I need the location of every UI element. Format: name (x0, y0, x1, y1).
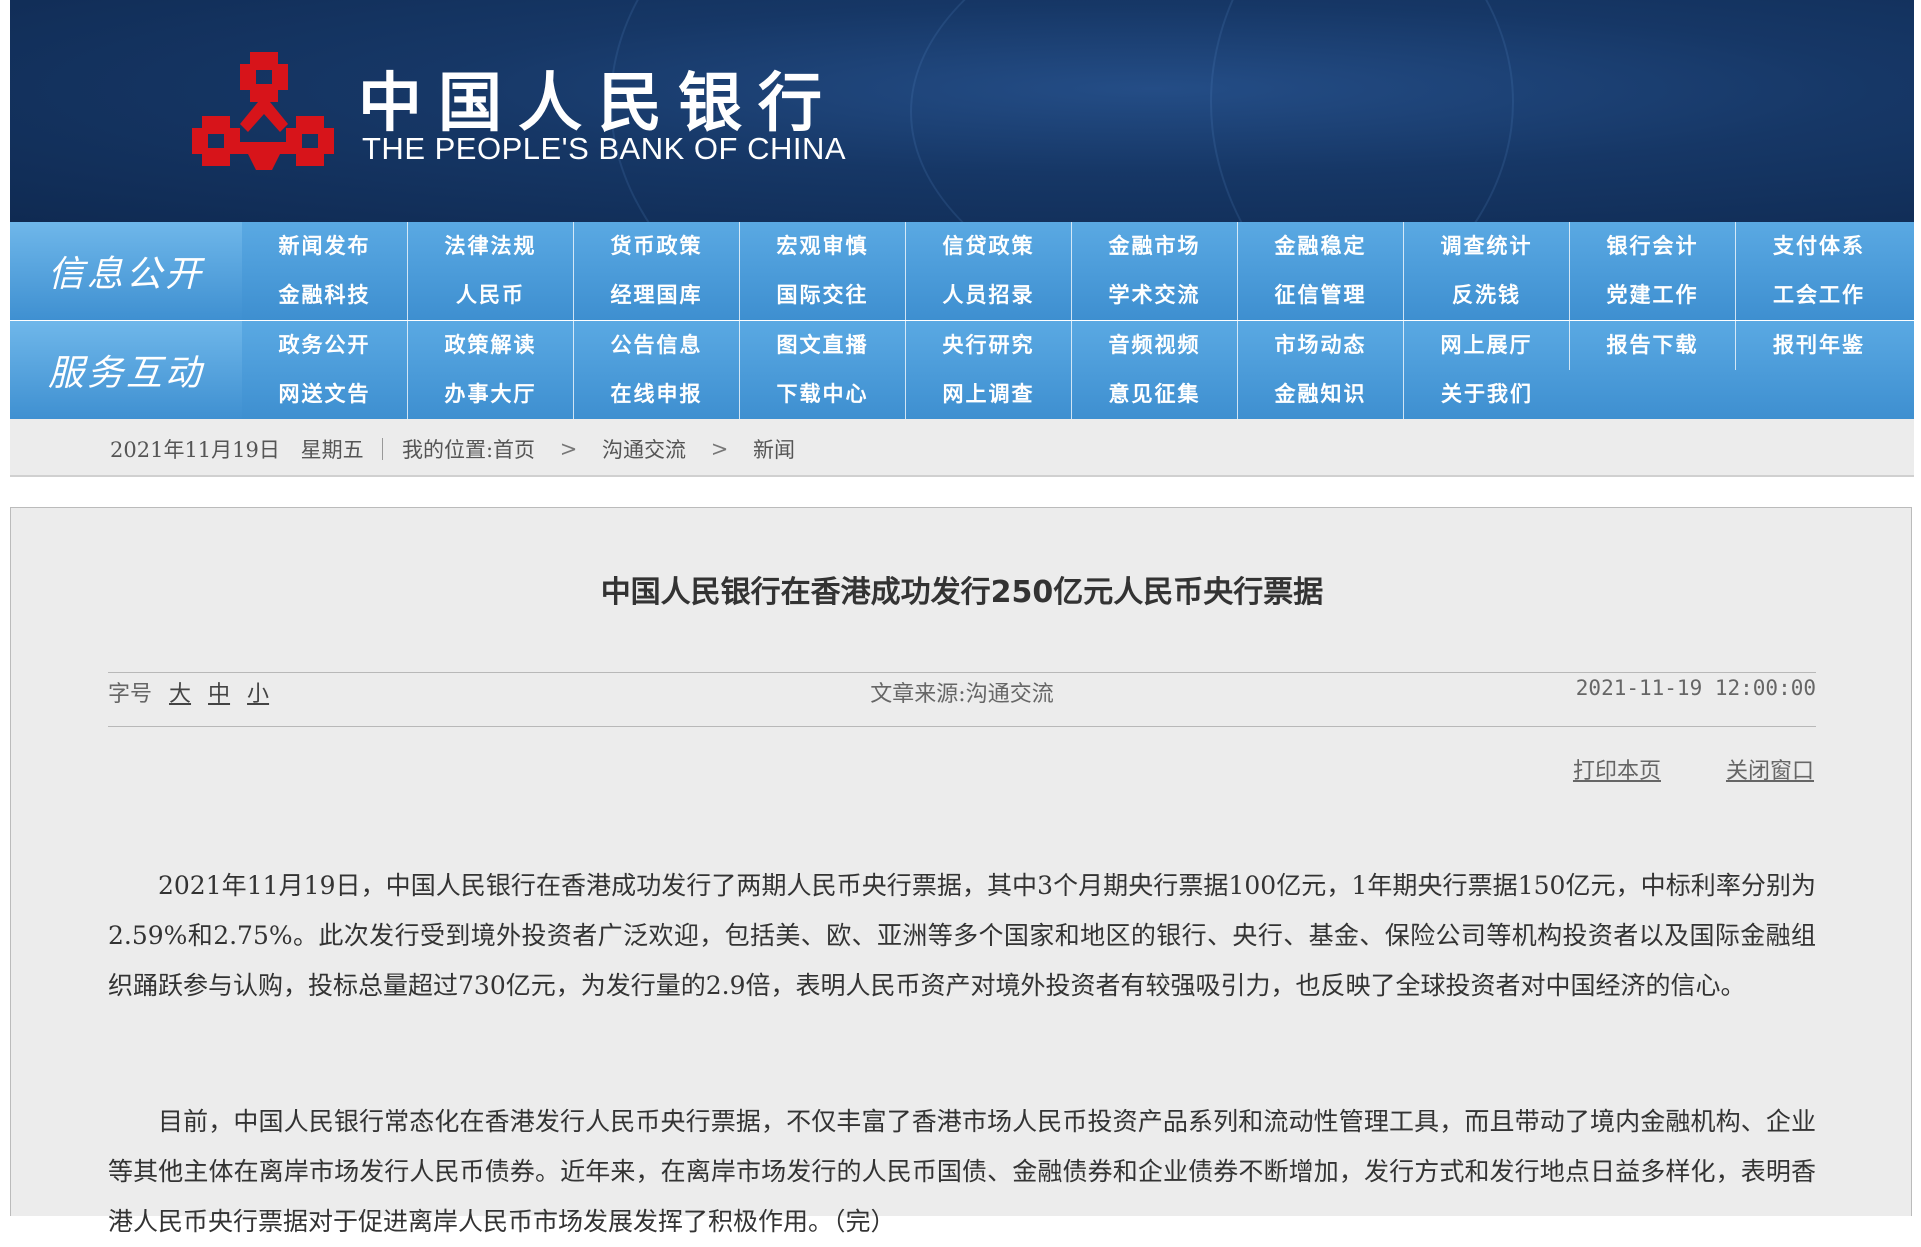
nav-item[interactable]: 政务公开 (242, 321, 408, 370)
nav-item[interactable]: 党建工作 (1570, 271, 1736, 320)
nav-item[interactable]: 下载中心 (740, 370, 906, 419)
logo-english-text: THE PEOPLE'S BANK OF CHINA (362, 131, 847, 166)
source-label: 文章来源: (870, 682, 966, 707)
nav-item[interactable]: 货币政策 (574, 222, 740, 271)
publish-datetime: 2021-11-19 12:00:00 (1575, 676, 1816, 700)
nav-item[interactable]: 金融稳定 (1238, 222, 1404, 271)
nav-service-row2: 网送文告 办事大厅 在线申报 下载中心 网上调查 意见征集 金融知识 关于我们 (242, 370, 1570, 419)
nav-item[interactable]: 经理国库 (574, 271, 740, 320)
breadcrumb-home-link[interactable]: 首页 (493, 438, 535, 462)
nav-item[interactable]: 政策解读 (408, 321, 574, 370)
nav-info-row1: 新闻发布 法律法规 货币政策 宏观审慎 信贷政策 金融市场 金融稳定 调查统计 … (242, 222, 1902, 271)
meta-top-rule (108, 672, 1816, 673)
current-weekday: 星期五 (300, 438, 364, 462)
source-value: 沟通交流 (965, 682, 1054, 707)
article-paragraph: 目前，中国人民银行常态化在香港发行人民币央行票据，不仅丰富了香港市场人民币投资产… (108, 1107, 1816, 1236)
article-title: 中国人民银行在香港成功发行250亿元人民币央行票据 (600, 575, 1324, 610)
nav-item[interactable]: 意见征集 (1072, 370, 1238, 419)
pboc-emblem-icon[interactable] (188, 50, 340, 178)
nav-item[interactable]: 市场动态 (1238, 321, 1404, 370)
nav-item[interactable]: 宏观审慎 (740, 222, 906, 271)
print-page-link[interactable]: 打印本页 (1573, 759, 1661, 784)
nav-item[interactable]: 报刊年鉴 (1736, 321, 1902, 370)
nav-item[interactable]: 反洗钱 (1404, 271, 1570, 320)
nav-item[interactable]: 金融市场 (1072, 222, 1238, 271)
header-banner: 中国人民银行 THE PEOPLE'S BANK OF CHINA (10, 0, 1914, 222)
article-panel: 中国人民银行在香港成功发行250亿元人民币央行票据 字号 大 中 小 文章来源:… (10, 507, 1912, 1236)
nav-item[interactable]: 在线申报 (574, 370, 740, 419)
nav-item[interactable]: 金融知识 (1238, 370, 1404, 419)
current-date: 2021年11月19日 (110, 438, 280, 462)
nav-item[interactable]: 央行研究 (906, 321, 1072, 370)
nav-service-row1: 政务公开 政策解读 公告信息 图文直播 央行研究 音频视频 市场动态 网上展厅 … (242, 321, 1902, 370)
meta-bottom-rule (108, 726, 1816, 727)
nav-item[interactable]: 信贷政策 (906, 222, 1072, 271)
nav-info-title: 信息公开 (10, 222, 242, 320)
nav-item[interactable]: 办事大厅 (408, 370, 574, 419)
nav-info-band: 信息公开 新闻发布 法律法规 货币政策 宏观审慎 信贷政策 金融市场 金融稳定 … (10, 222, 1914, 320)
nav-item[interactable]: 国际交往 (740, 271, 906, 320)
breadcrumb-level2-link[interactable]: 新闻 (753, 438, 795, 462)
nav-item[interactable]: 法律法规 (408, 222, 574, 271)
breadcrumb-divider (382, 438, 384, 460)
location-label: 我的位置: (401, 438, 494, 462)
chevron-right-icon: > (559, 437, 578, 461)
nav-info-row2: 金融科技 人民币 经理国库 国际交往 人员招录 学术交流 征信管理 反洗钱 党建… (242, 271, 1902, 320)
nav-item[interactable]: 人员招录 (906, 271, 1072, 320)
nav-service-title: 服务互动 (10, 321, 242, 419)
nav-item[interactable]: 网上展厅 (1404, 321, 1570, 370)
nav-service-band: 服务互动 政务公开 政策解读 公告信息 图文直播 央行研究 音频视频 市场动态 … (10, 321, 1914, 419)
article-source: 文章来源:沟通交流 (108, 676, 1816, 708)
nav-item[interactable]: 支付体系 (1736, 222, 1902, 271)
article-tools: 打印本页 关闭窗口 (1515, 753, 1814, 785)
nav-item[interactable]: 金融科技 (242, 271, 408, 320)
chevron-right-icon: > (710, 437, 729, 461)
nav-item[interactable]: 网送文告 (242, 370, 408, 419)
article-paragraph: 2021年11月19日，中国人民银行在香港成功发行了两期人民币央行票据，其中3个… (108, 871, 1816, 1000)
nav-item[interactable]: 调查统计 (1404, 222, 1570, 271)
nav-item[interactable]: 人民币 (408, 271, 574, 320)
nav-item[interactable]: 网上调查 (906, 370, 1072, 419)
nav-item[interactable]: 音频视频 (1072, 321, 1238, 370)
nav-item[interactable]: 新闻发布 (242, 222, 408, 271)
breadcrumb: 2021年11月19日 星期五 我的位置:首页 > 沟通交流 > 新闻 (10, 419, 1914, 477)
close-window-link[interactable]: 关闭窗口 (1726, 759, 1814, 784)
nav-item[interactable]: 银行会计 (1570, 222, 1736, 271)
nav-item[interactable]: 征信管理 (1238, 271, 1404, 320)
nav-item[interactable]: 学术交流 (1072, 271, 1238, 320)
nav-item[interactable]: 工会工作 (1736, 271, 1902, 320)
breadcrumb-level1-link[interactable]: 沟通交流 (602, 438, 686, 462)
nav-item[interactable]: 报告下载 (1570, 321, 1736, 370)
article-meta: 字号 大 中 小 文章来源:沟通交流 2021-11-19 12:00:00 (108, 676, 1816, 716)
nav-item[interactable]: 公告信息 (574, 321, 740, 370)
nav-item[interactable]: 关于我们 (1404, 370, 1570, 419)
banner-decoration (1210, 0, 1914, 222)
nav-item[interactable]: 图文直播 (740, 321, 906, 370)
